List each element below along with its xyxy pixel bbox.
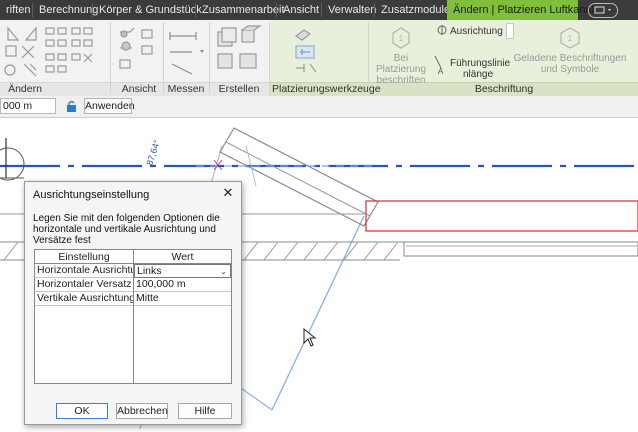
panel-label-ansicht: Ansicht	[121, 83, 157, 95]
offset-value-input[interactable]: 000 m	[0, 98, 56, 114]
panel-separator	[269, 22, 270, 94]
alignment-button[interactable]: Ausrichtung	[450, 26, 506, 37]
panel-separator	[110, 22, 111, 94]
tab-zusatzmodule[interactable]: Zusatzmodule	[375, 0, 456, 20]
loaded-tags-button[interactable]: Geladene Beschriftungen und Symbole	[510, 53, 630, 75]
duct-centerline-diagonal	[271, 215, 365, 411]
angle-dimension-text: 87,64°	[144, 138, 162, 166]
panel-separator	[368, 22, 369, 94]
tab-schriften[interactable]: riften	[0, 0, 36, 20]
tag-on-placement-button[interactable]: Bei Platzierung beschriften	[370, 53, 432, 86]
tag-on-placement-icon: 1	[392, 27, 410, 49]
table-row-label: Vertikale Ausrichtung	[35, 292, 133, 306]
measure-tools-icons[interactable]	[166, 26, 206, 76]
panel-label-aendern: Ändern	[8, 83, 42, 95]
svg-text:1: 1	[399, 34, 404, 43]
selected-duct-red	[365, 200, 638, 232]
tab-aendern-platzieren-luftkanal[interactable]: Ändern | Platzieren Luftkanal	[447, 0, 594, 20]
panel-separator	[209, 22, 210, 94]
camera-icon	[594, 6, 611, 14]
close-icon: ✕	[222, 185, 234, 200]
horizontal-offset-field[interactable]: 100,000 m	[134, 278, 231, 292]
view-tools-icons[interactable]	[116, 26, 160, 76]
alignment-icon	[437, 25, 447, 35]
ribbon-tab-bar: riften Berechnung Körper & Grundstück Zu…	[0, 0, 638, 20]
rotated-duct-outline	[219, 127, 379, 227]
panel-label-messen: Messen	[167, 83, 205, 95]
cancel-button[interactable]: Abbrechen	[116, 403, 168, 419]
svg-text:A: A	[438, 67, 444, 76]
panel-label-platzierungswerkzeuge: Platzierungswerkzeuge	[272, 83, 381, 95]
selected-value: Links	[137, 265, 162, 277]
settings-grid: Einstellung Wert Horizontale Ausrichtun …	[34, 249, 232, 384]
dialog-close-button[interactable]: ✕	[221, 186, 235, 200]
column-header-value: Wert	[134, 250, 231, 264]
dialog-description: Legen Sie mit den folgenden Optionen die…	[33, 213, 220, 246]
panel-label-erstellen: Erstellen	[218, 83, 260, 95]
lock-icon[interactable]	[64, 99, 79, 114]
horizontal-alignment-select[interactable]: Links ⌄	[134, 264, 231, 278]
leader-length-label: nlänge	[463, 69, 494, 80]
table-row-label: Horizontaler Versatz	[35, 278, 133, 292]
placement-tools-icons[interactable]	[290, 26, 324, 76]
panel-label-beschriftung: Beschriftung	[474, 83, 534, 95]
column-header-setting: Einstellung	[35, 250, 133, 264]
chevron-down-icon[interactable]: ⌄	[220, 265, 227, 277]
help-button[interactable]: Hilfe	[178, 403, 232, 419]
alignment-settings-dialog: Ausrichtungseinstellung ✕ Legen Sie mit …	[24, 181, 242, 425]
tab-koerper-grundstueck[interactable]: Körper & Grundstück	[93, 0, 208, 20]
ok-button[interactable]: OK	[56, 403, 108, 419]
options-bar: 000 m Anwenden	[0, 96, 638, 118]
table-row-label: Horizontale Ausrichtun	[35, 264, 133, 278]
vertical-alignment-field[interactable]: Mitte	[134, 292, 231, 306]
leader-line-button[interactable]: Führungslinie	[450, 58, 510, 69]
window-element	[403, 241, 638, 257]
tab-ansicht[interactable]: Ansicht	[277, 0, 325, 20]
grid-bubble-symbol	[0, 147, 25, 181]
create-tools-icons[interactable]	[212, 24, 266, 78]
loaded-tags-icon: 1	[560, 27, 580, 49]
leader-line-icon: A	[434, 55, 444, 76]
panel-separator	[163, 22, 164, 94]
modify-tools-icons[interactable]	[2, 24, 102, 80]
svg-text:1: 1	[568, 34, 573, 43]
dialog-title: Ausrichtungseinstellung	[33, 189, 150, 201]
alignment-field[interactable]	[506, 23, 514, 39]
ribbon-display-toggle-button[interactable]	[588, 3, 618, 18]
ribbon-panel-area: Ändern Ansicht Messen Erstellen Platzier…	[0, 20, 638, 97]
apply-button[interactable]: Anwenden	[84, 98, 135, 114]
